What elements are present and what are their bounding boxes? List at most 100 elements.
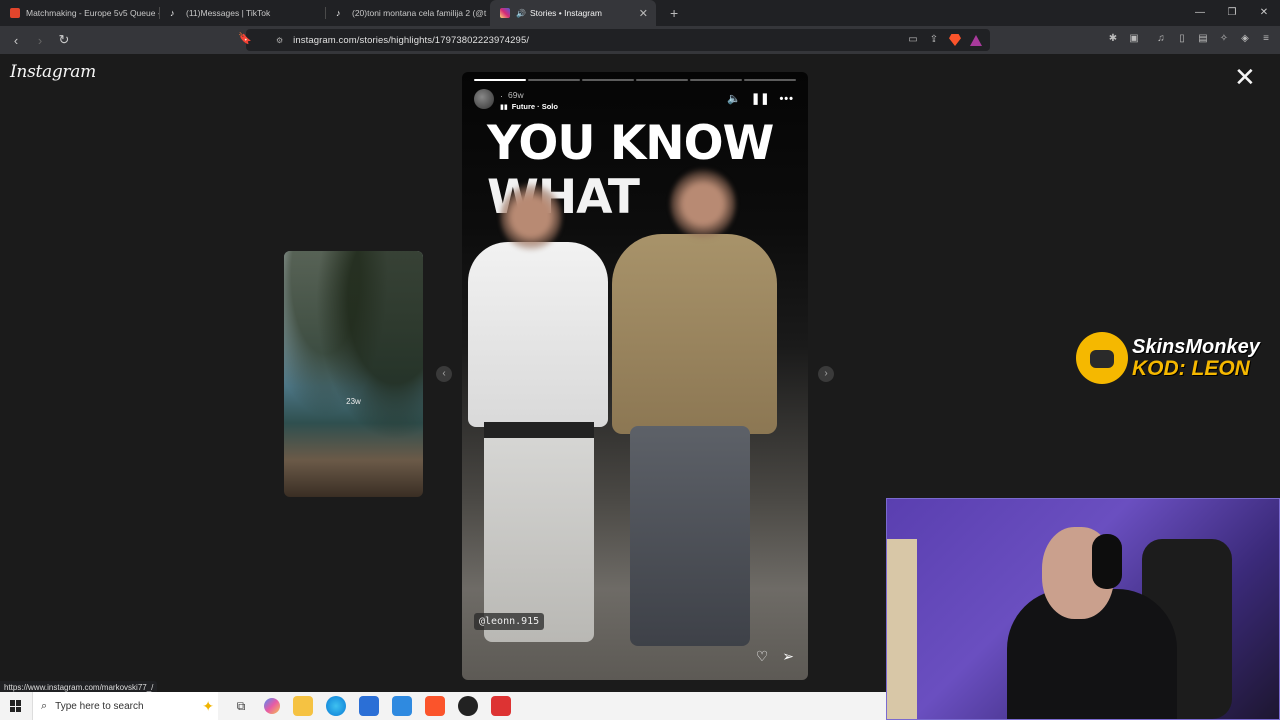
tab-matchmaking[interactable]: Matchmaking - Europe 5v5 Queue - — [0, 0, 160, 26]
faceit-ac-icon[interactable] — [491, 696, 511, 716]
close-window-button[interactable]: ✕ — [1248, 0, 1280, 26]
address-bar[interactable]: 🔖 ⚙ instagram.com/stories/highlights/179… — [238, 29, 990, 51]
previous-story-arrow[interactable]: ‹ — [436, 366, 452, 382]
previous-story-preview[interactable]: 23w — [284, 251, 423, 497]
instagram-icon — [500, 8, 510, 18]
active-story[interactable]: · 69w ▮▮ Future · Solo 🔈 ❚❚ ••• YOU KNOW… — [462, 72, 808, 680]
address-url[interactable]: instagram.com/stories/highlights/1797380… — [293, 35, 529, 46]
tab-instagram-stories[interactable]: 🔊 Stories • Instagram ✕ — [490, 0, 656, 26]
person-left-jacket — [468, 242, 608, 427]
tab-label: Matchmaking - Europe 5v5 Queue - — [26, 8, 160, 18]
belt — [484, 422, 594, 438]
search-placeholder: Type here to search — [55, 700, 144, 712]
story-controls: 🔈 ❚❚ ••• — [727, 92, 794, 106]
site-info-icon[interactable]: ⚙ — [276, 36, 283, 45]
progress-segment — [744, 79, 796, 81]
windows-start-icon[interactable] — [10, 700, 22, 712]
sidebar-icon[interactable]: ▯ — [1176, 33, 1188, 45]
tab-tiktok-toni[interactable]: ♪ (20)toni montana cela familija 2 (@t — [326, 0, 490, 26]
outlook-icon[interactable] — [392, 696, 412, 716]
windows-taskbar: ⌕ Type here to search ✦ ⧉ — [0, 692, 886, 720]
monitor — [887, 539, 917, 719]
extension-icons: ✱ ▣ ♫ ▯ ▤ ✧ ◈ ≡ — [1107, 33, 1272, 45]
monkey-logo-icon — [1076, 332, 1128, 384]
minimize-button[interactable]: — — [1184, 0, 1216, 26]
progress-segment — [636, 79, 688, 81]
person-left-jeans — [484, 422, 594, 642]
progress-segment — [528, 79, 580, 81]
story-reactions: ♡ ➢ — [756, 648, 794, 665]
window-controls: — ❐ ✕ — [1184, 0, 1280, 26]
wallet-icon[interactable]: ▤ — [1197, 33, 1209, 45]
story-username[interactable]: · — [500, 91, 503, 101]
instagram-logo[interactable]: Instagram — [10, 62, 96, 82]
bookmark-icon[interactable]: 🔖 — [238, 32, 252, 45]
progress-segment — [582, 79, 634, 81]
story-music[interactable]: ▮▮ Future · Solo — [500, 102, 558, 111]
taskbar-search[interactable]: ⌕ Type here to search ✦ — [32, 692, 218, 720]
next-story-arrow[interactable]: › — [818, 366, 834, 382]
share-icon[interactable]: ⇪ — [928, 34, 940, 46]
headset — [1092, 534, 1122, 589]
brave-shields-icon[interactable] — [949, 34, 961, 46]
avatar[interactable] — [474, 89, 494, 109]
vpn-icon[interactable]: ◈ — [1239, 33, 1251, 45]
tab-tiktok-messages[interactable]: ♪ (11)Messages | TikTok — [160, 0, 326, 26]
cast-icon[interactable]: ▭ — [907, 34, 919, 46]
obs-icon[interactable] — [458, 696, 478, 716]
tab-label: (11)Messages | TikTok — [186, 8, 271, 18]
pause-icon[interactable]: ❚❚ — [751, 92, 769, 105]
skinsmonkey-overlay: SkinsMonkey KOD: LEON — [1076, 332, 1260, 384]
blurred-face-right — [670, 168, 736, 240]
like-heart-icon[interactable]: ♡ — [756, 648, 769, 665]
brave-icon[interactable] — [425, 696, 445, 716]
music-title: Future · Solo — [511, 102, 558, 111]
story-text-line1: YOU KNOW — [487, 116, 774, 171]
person-right-jeans — [630, 426, 750, 646]
skinsmonkey-brand: SkinsMonkey — [1132, 336, 1260, 358]
tiktok-icon: ♪ — [336, 8, 341, 18]
store-icon[interactable] — [359, 696, 379, 716]
task-view-icon[interactable]: ⧉ — [231, 696, 251, 716]
volume-icon[interactable]: 🔈 — [727, 92, 741, 105]
story-age: 69w — [508, 90, 524, 100]
extensions-icon[interactable]: ✱ — [1107, 33, 1119, 45]
brave-rewards-icon[interactable] — [970, 34, 982, 46]
tab-label: Stories • Instagram — [529, 8, 602, 18]
skinsmonkey-text: SkinsMonkey KOD: LEON — [1132, 336, 1260, 380]
address-icons: ▭ ⇪ — [907, 34, 982, 46]
tiktok-icon: ♪ — [170, 8, 175, 18]
send-message-icon[interactable]: ➢ — [782, 648, 794, 665]
person-right-sweater — [612, 234, 777, 434]
story-progress-bar — [474, 79, 796, 81]
story-thumbnail-image — [284, 251, 423, 497]
tab-strip: Matchmaking - Europe 5v5 Queue - ♪ (11)M… — [0, 0, 1280, 26]
search-icon: ⌕ — [41, 699, 48, 712]
mention-tag[interactable]: @leonn.915 — [474, 613, 545, 630]
music-bars-icon: ▮▮ — [500, 103, 508, 111]
screenshot-icon[interactable]: ▣ — [1128, 33, 1140, 45]
more-options-icon[interactable]: ••• — [779, 93, 794, 105]
copilot-icon[interactable] — [264, 698, 280, 714]
leo-ai-icon[interactable]: ✧ — [1218, 33, 1230, 45]
progress-segment — [690, 79, 742, 81]
media-icon[interactable]: ♫ — [1155, 33, 1167, 45]
previous-story-age: 23w — [346, 397, 361, 406]
reload-icon[interactable]: ↻ — [54, 32, 74, 48]
forward-icon[interactable]: › — [30, 33, 50, 48]
close-stories-button[interactable]: ✕ — [1234, 64, 1256, 90]
menu-icon[interactable]: ≡ — [1260, 33, 1272, 45]
close-tab-icon[interactable]: ✕ — [639, 7, 648, 20]
tab-label: (20)toni montana cela familija 2 (@t — [352, 8, 487, 18]
blurred-face-left — [500, 182, 562, 252]
search-highlight-icon: ✦ — [202, 697, 214, 714]
browser-toolbar: ‹ › ↻ 🔖 ⚙ instagram.com/stories/highligh… — [0, 26, 1280, 54]
back-icon[interactable]: ‹ — [6, 33, 26, 48]
webcam-overlay — [886, 498, 1280, 720]
new-tab-button[interactable]: + — [670, 5, 678, 21]
edge-icon[interactable] — [326, 696, 346, 716]
skinsmonkey-code: KOD: LEON — [1132, 357, 1250, 380]
speaker-icon: 🔊 — [516, 8, 526, 18]
restore-button[interactable]: ❐ — [1216, 0, 1248, 26]
file-explorer-icon[interactable] — [293, 696, 313, 716]
